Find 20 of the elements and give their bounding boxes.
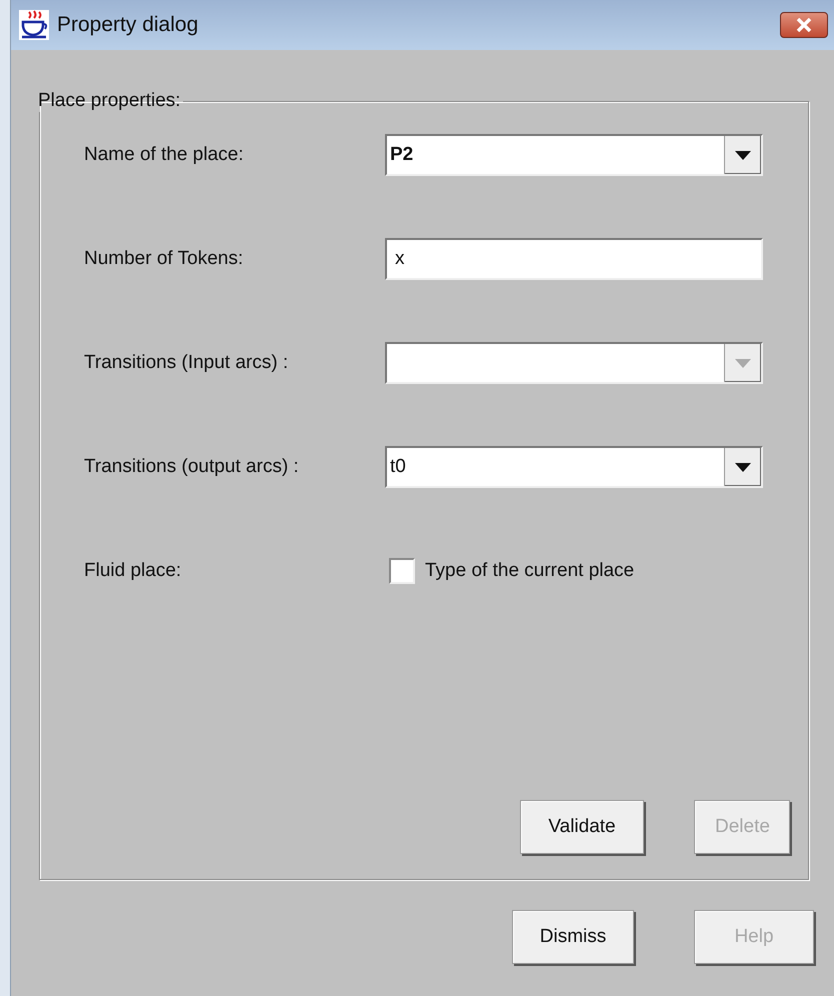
field-label: Number of Tokens:	[84, 248, 244, 270]
checkbox-label: Type of the current place	[425, 560, 634, 582]
field-label: Transitions (Input arcs) :	[84, 352, 290, 374]
close-button[interactable]	[780, 12, 828, 38]
caret-icon	[735, 150, 751, 160]
dropdown[interactable]: t0	[385, 446, 763, 488]
dismiss-button[interactable]: Dismiss	[512, 910, 634, 964]
input-field[interactable]: x	[385, 238, 763, 280]
field-label: Fluid place:	[84, 560, 182, 582]
caret-icon	[735, 358, 751, 368]
dropdown[interactable]: P2	[385, 134, 763, 176]
validate-button[interactable]: Validate	[520, 800, 644, 854]
caret-icon	[735, 462, 751, 472]
field-label: Transitions (output arcs) :	[84, 456, 300, 478]
coffee-cup-icon	[19, 10, 49, 40]
group-title: Place properties:	[37, 90, 182, 112]
window-title: Property dialog	[57, 13, 200, 37]
close-icon	[796, 18, 812, 32]
checkbox[interactable]	[389, 558, 415, 584]
field-label: Name of the place:	[84, 144, 244, 166]
